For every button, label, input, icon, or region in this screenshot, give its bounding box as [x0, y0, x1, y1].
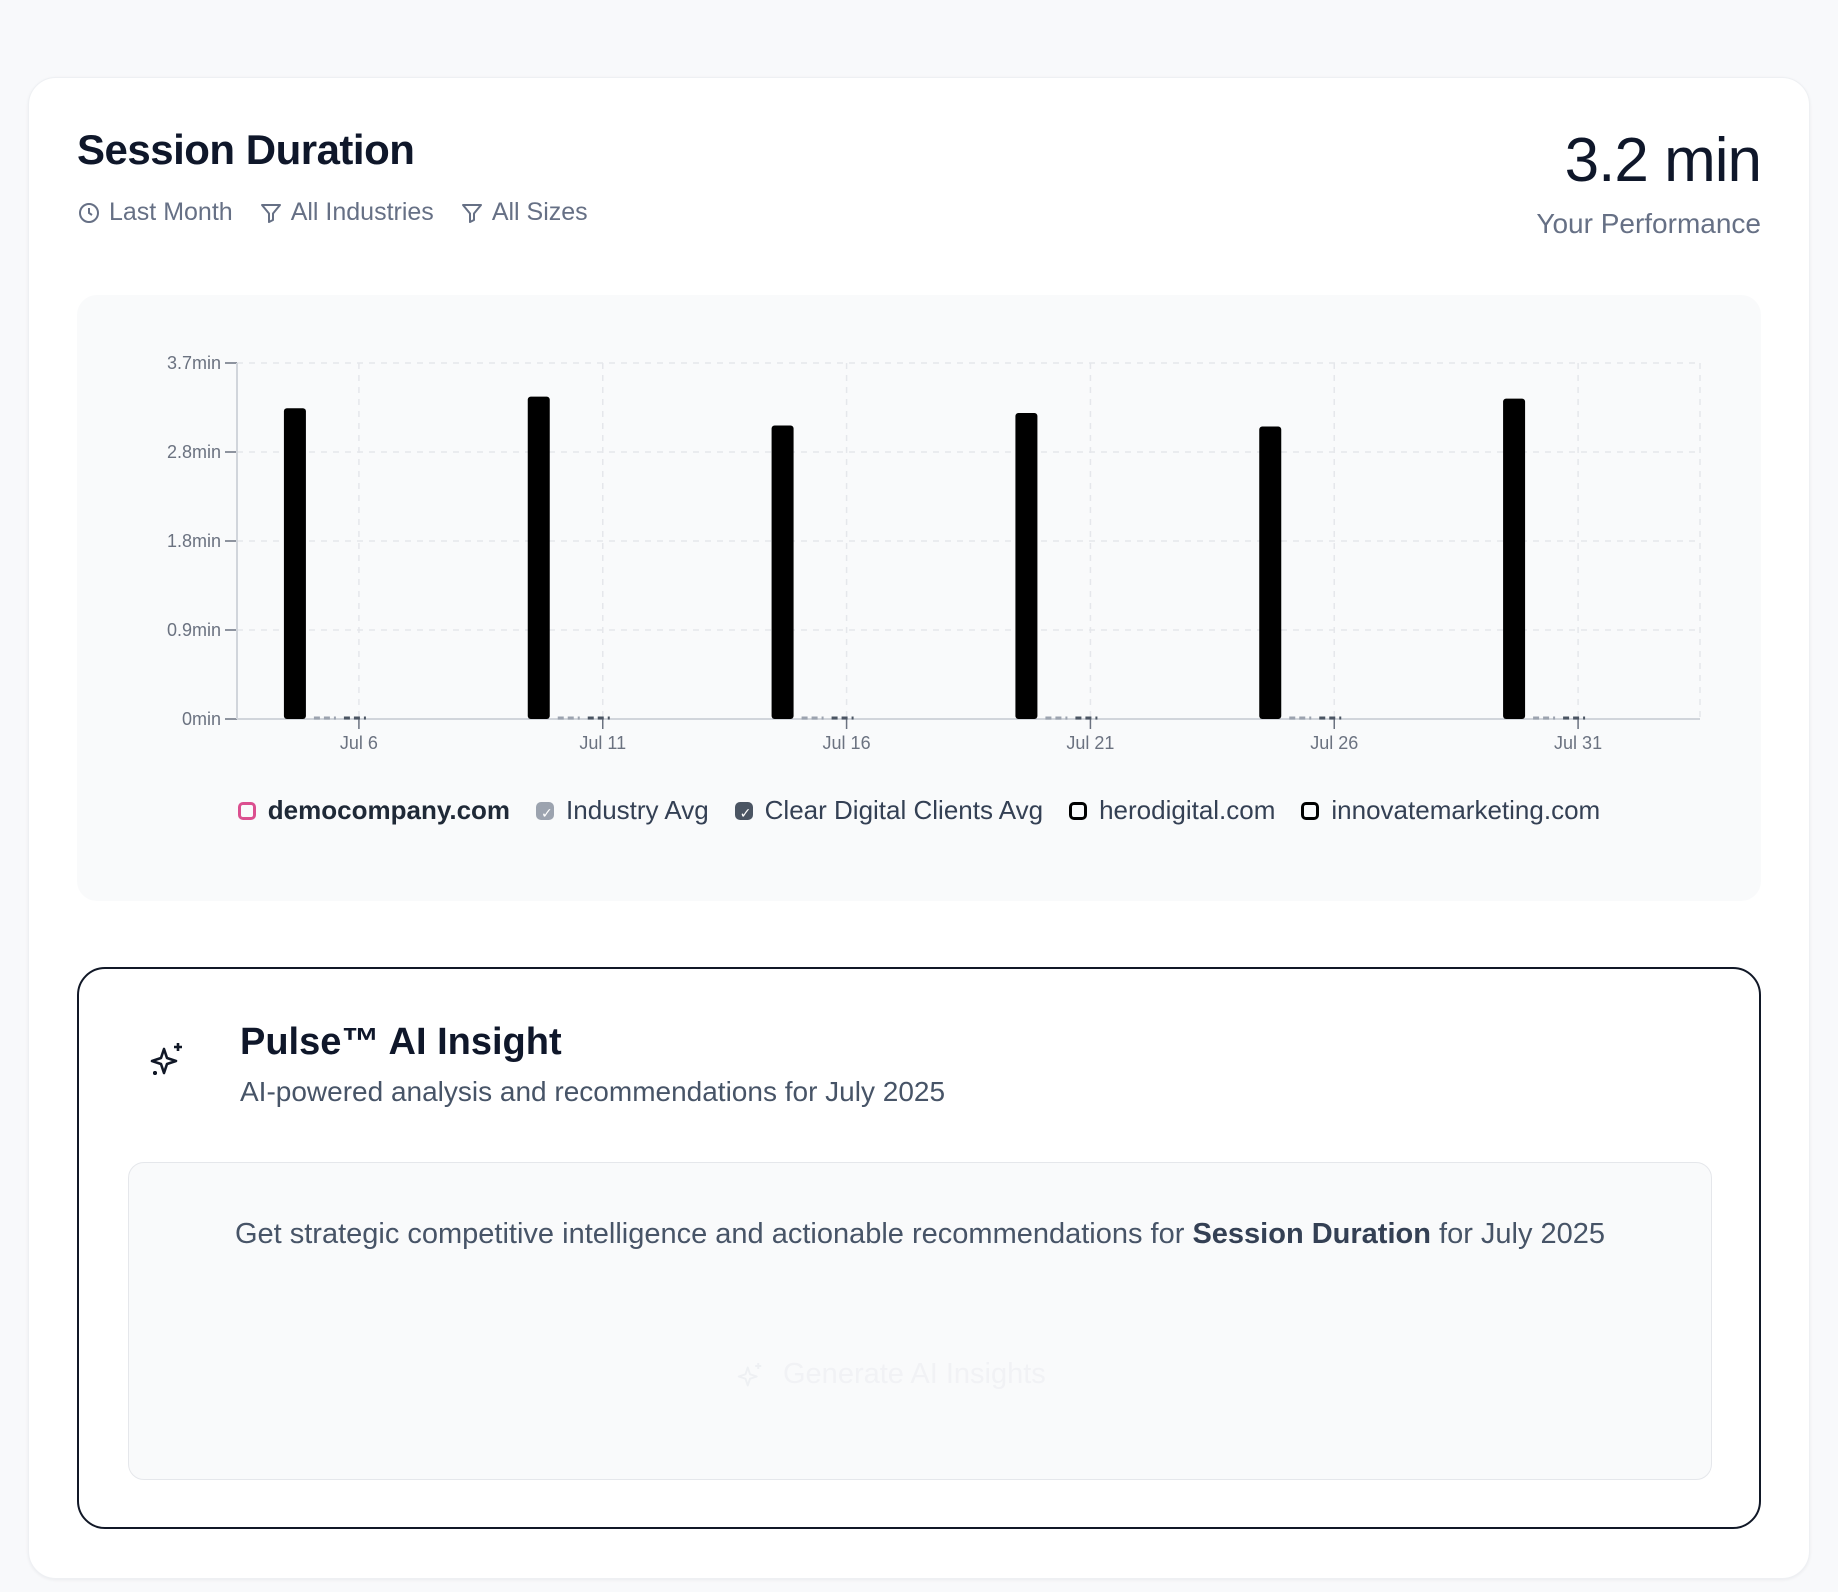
- legend-item-herodigital[interactable]: herodigital.com: [1069, 795, 1275, 826]
- x-tick-label: Jul 11: [579, 733, 626, 753]
- checkbox-checked-icon: ✓: [536, 801, 555, 821]
- performance-metric: 3.2 min Your Performance: [1536, 126, 1762, 240]
- legend-item-innovatemarketing[interactable]: innovatemarketing.com: [1301, 795, 1600, 826]
- x-tick-label: Jul 31: [1554, 733, 1602, 753]
- clock-icon: [79, 202, 99, 223]
- insight-subtitle: AI-powered analysis and recommendations …: [240, 1076, 946, 1107]
- session-duration-chart: 0min 0.9min 1.8min 2.8min 3.7min Jul 6 Jul 11 J…: [167, 353, 1701, 753]
- x-tick-label: Jul 16: [823, 733, 871, 753]
- insight-description: Get strategic competitive intelligence a…: [129, 1211, 1711, 1257]
- x-tick-label: Jul 21: [1066, 733, 1114, 753]
- chart-legend: democompany.com ✓ Industry Avg ✓ Clear D…: [77, 795, 1761, 826]
- filter-industry-label: All Industries: [290, 198, 434, 226]
- bar-0: [1503, 398, 1526, 719]
- checkbox-checked-icon: ✓: [734, 801, 753, 821]
- x-tick-label: Jul 26: [1310, 733, 1358, 753]
- legend-swatch: [1069, 801, 1088, 820]
- legend-label: Clear Digital Clients Avg: [764, 795, 1044, 825]
- legend-item-industry-avg[interactable]: ✓ Industry Avg: [536, 795, 709, 826]
- legend-swatch: [237, 801, 256, 820]
- insight-description-prefix: Get strategic competitive intelligence a…: [234, 1218, 1193, 1250]
- generate-insights-button[interactable]: Generate AI Insights: [729, 1357, 1052, 1392]
- bar-0: [771, 425, 794, 719]
- legend-label: innovatemarketing.com: [1331, 795, 1601, 825]
- legend-item-clear-digital-avg[interactable]: ✓ Clear Digital Clients Avg: [734, 795, 1044, 826]
- insight-cta-box: Get strategic competitive intelligence a…: [128, 1162, 1712, 1480]
- insight-metric-name: Session Duration: [1192, 1218, 1431, 1250]
- filter-bar: Last Month All Industries All Sizes: [77, 198, 588, 227]
- legend-item-democompany[interactable]: democompany.com: [237, 795, 511, 826]
- legend-label: Industry Avg: [566, 795, 709, 825]
- filter-size-label: All Sizes: [491, 198, 588, 226]
- filter-icon: [461, 203, 482, 223]
- filter-icon: [260, 203, 281, 223]
- bar-0: [1259, 426, 1282, 719]
- metric-value: 3.2 min: [1564, 126, 1762, 195]
- generate-insights-label: Generate AI Insights: [783, 1358, 1046, 1390]
- bar-0: [527, 396, 550, 719]
- page-title: Session Duration: [77, 126, 415, 173]
- y-tick-label: 2.8min: [167, 442, 221, 462]
- insight-title: Pulse™ AI Insight: [240, 1021, 562, 1063]
- bar-0: [283, 408, 306, 719]
- filter-period-label: Last Month: [109, 198, 233, 226]
- metric-label: Your Performance: [1536, 208, 1761, 239]
- y-tick-label: 3.7min: [167, 353, 221, 373]
- bar-0: [1015, 413, 1038, 719]
- y-tick-label: 0.9min: [167, 620, 221, 640]
- legend-label: herodigital.com: [1099, 795, 1276, 825]
- y-tick-label: 0min: [182, 709, 221, 729]
- chart-panel: 0min 0.9min 1.8min 2.8min 3.7min Jul 6 Jul 11 J…: [77, 295, 1761, 901]
- x-tick-label: Jul 6: [340, 733, 378, 753]
- legend-swatch: [1301, 801, 1320, 820]
- legend-label: democompany.com: [267, 795, 511, 825]
- filter-size[interactable]: All Sizes: [460, 198, 588, 227]
- y-tick-label: 1.8min: [167, 531, 221, 551]
- sparkles-icon: [737, 1362, 762, 1386]
- ai-insight-panel: Pulse™ AI Insight AI-powered analysis an…: [77, 967, 1761, 1529]
- session-duration-card: Session Duration Last Month All Industri…: [28, 77, 1810, 1579]
- filter-period[interactable]: Last Month: [77, 198, 233, 227]
- filter-industry[interactable]: All Industries: [259, 198, 434, 227]
- sparkles-icon: [150, 1043, 182, 1075]
- insight-description-suffix: for July 2025: [1430, 1218, 1606, 1250]
